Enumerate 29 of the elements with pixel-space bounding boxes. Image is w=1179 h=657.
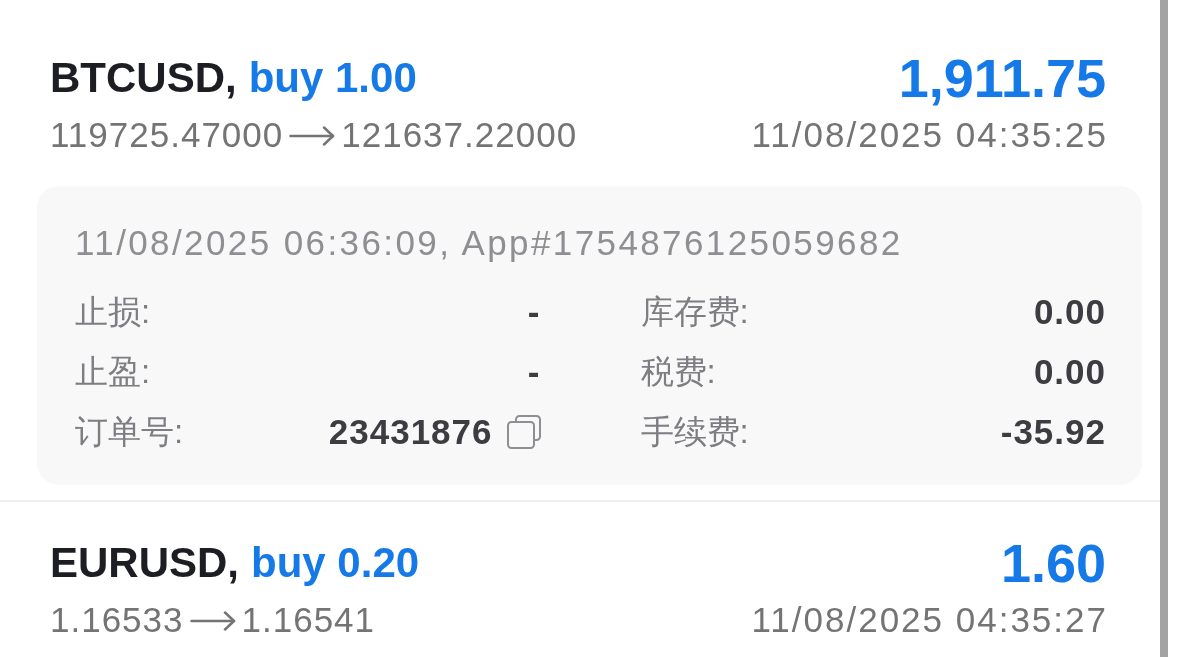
- open-time: 11/08/2025 04:35:25: [751, 115, 1108, 155]
- close-price: 121637.22000: [341, 115, 578, 155]
- field-label: 税费:: [640, 351, 716, 392]
- field-value: 23431876: [328, 412, 493, 452]
- open-price: 119725.47000: [50, 115, 284, 155]
- field-label: 手续费:: [640, 411, 749, 452]
- order-label: buy 0.20: [251, 538, 420, 588]
- order-label: buy 1.00: [248, 53, 417, 103]
- field-value: -: [527, 352, 541, 392]
- arrow-icon: [189, 611, 236, 631]
- field-value: 0.00: [1033, 352, 1106, 392]
- order-details-header: 11/08/2025 06:36:09, App#1754876125059682: [75, 223, 904, 263]
- arrow-icon: [289, 126, 336, 146]
- open-time: 11/08/2025 04:35:27: [751, 600, 1108, 640]
- copy-icon[interactable]: [506, 415, 541, 449]
- profit-amount: 1.60: [1000, 533, 1106, 593]
- open-price: 1.16533: [50, 600, 184, 640]
- field-label: 止盈:: [75, 351, 151, 392]
- symbol-label: EURUSD,: [50, 538, 240, 588]
- field-value: -: [527, 292, 541, 332]
- field-label: 订单号:: [75, 411, 184, 452]
- scrollbar[interactable]: [1160, 0, 1168, 657]
- close-price: 1.16541: [241, 600, 376, 640]
- field-label: 止损:: [75, 291, 151, 332]
- field-value: -35.92: [1000, 412, 1106, 452]
- field-value: 0.00: [1033, 292, 1106, 332]
- profit-amount: 1,911.75: [898, 48, 1106, 108]
- symbol-label: BTCUSD,: [50, 53, 237, 103]
- field-label: 库存费:: [640, 291, 749, 332]
